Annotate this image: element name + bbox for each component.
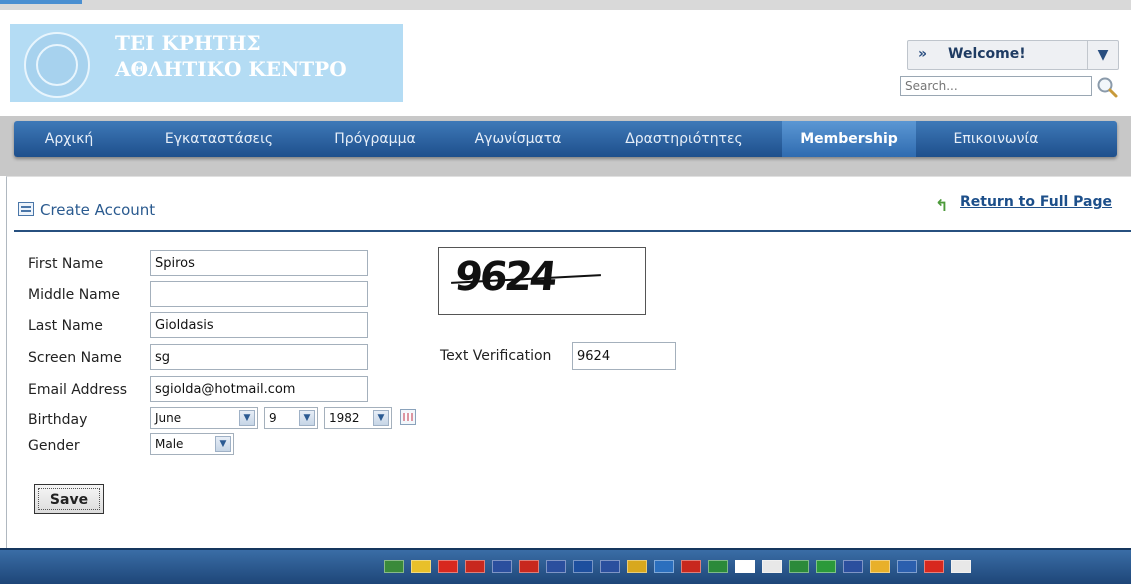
birthday-month-value: June [155, 411, 182, 425]
chinese-flag-icon[interactable] [438, 560, 458, 573]
russian-flag-icon[interactable] [843, 560, 863, 573]
logo-text: ΤΕΙ ΚΡΗΤΗΣ ΑΘΛΗΤΙΚΟ ΚΕΝΤΡΟ [115, 30, 347, 82]
screen-name-field[interactable] [150, 344, 368, 370]
university-seal-icon [24, 32, 90, 98]
vietnamese-flag-icon[interactable] [951, 560, 971, 573]
main-navigation: Αρχική Εγκαταστάσεις Πρόγραμμα Αγωνίσματ… [14, 121, 1117, 157]
double-chevron-icon: » [918, 46, 928, 62]
gender-value: Male [155, 437, 184, 451]
chevron-down-icon: ▼ [215, 436, 231, 452]
chevron-down-icon: ▼ [239, 410, 255, 426]
birthday-month-select[interactable]: June ▼ [150, 407, 258, 429]
first-name-field[interactable] [150, 250, 368, 276]
persian-flag-icon[interactable] [789, 560, 809, 573]
korean-flag-icon[interactable] [762, 560, 782, 573]
save-button[interactable]: Save [34, 484, 104, 514]
gender-select[interactable]: Male ▼ [150, 433, 234, 455]
nav-item-home[interactable]: Αρχική [14, 121, 124, 157]
french-flag-icon[interactable] [600, 560, 620, 573]
first-name-label: First Name [28, 256, 104, 272]
birthday-label: Birthday [28, 412, 88, 428]
last-name-field[interactable] [150, 312, 368, 338]
birthday-year-select[interactable]: 1982 ▼ [324, 407, 392, 429]
text-verification-label: Text Verification [440, 348, 552, 364]
section-title: Create Account [40, 201, 156, 219]
nav-item-schedule[interactable]: Πρόγραμμα [312, 121, 438, 157]
welcome-label: Welcome! [948, 46, 1026, 62]
nav-item-membership[interactable]: Membership [782, 121, 916, 157]
site-header: ΤΕΙ ΚΡΗΤΗΣ ΑΘΛΗΤΙΚΟ ΚΕΝΤΡΟ » Welcome! ▼ [0, 10, 1131, 122]
return-arrow-icon[interactable]: ↰ [935, 196, 948, 215]
middle-name-field[interactable] [150, 281, 368, 307]
text-verification-field[interactable] [572, 342, 676, 370]
chevron-down-icon: ▼ [373, 410, 389, 426]
browser-top-strip [0, 0, 1131, 10]
section-divider [14, 230, 1131, 232]
birthday-year-value: 1982 [329, 411, 360, 425]
logo-line-2: ΑΘΛΗΤΙΚΟ ΚΕΝΤΡΟ [115, 57, 347, 81]
dropdown-arrow-icon[interactable]: ▼ [1087, 41, 1118, 69]
nav-item-facilities[interactable]: Εγκαταστάσεις [144, 121, 294, 157]
hungarian-flag-icon[interactable] [681, 560, 701, 573]
language-flags [384, 560, 971, 574]
form-list-icon [18, 202, 34, 216]
gender-label: Gender [28, 438, 80, 454]
japanese-flag-icon[interactable] [735, 560, 755, 573]
birthday-day-select[interactable]: 9 ▼ [264, 407, 318, 429]
email-address-label: Email Address [28, 382, 128, 398]
middle-name-label: Middle Name [28, 287, 120, 303]
last-name-label: Last Name [28, 318, 103, 334]
czech-flag-icon[interactable] [492, 560, 512, 573]
screen-name-label: Screen Name [28, 350, 122, 366]
email-address-field[interactable] [150, 376, 368, 402]
welcome-menu[interactable]: » Welcome! ▼ [907, 40, 1119, 70]
finnish-flag-icon[interactable] [573, 560, 593, 573]
taiwanese-flag-icon[interactable] [465, 560, 485, 573]
arabic-flag-icon[interactable] [384, 560, 404, 573]
captcha-image: 9624 [438, 247, 646, 315]
greek-flag-icon[interactable] [654, 560, 674, 573]
search-icon[interactable] [1095, 75, 1119, 99]
search-input[interactable] [900, 76, 1092, 96]
italian-flag-icon[interactable] [708, 560, 728, 573]
return-to-full-page-link[interactable]: Return to Full Page [960, 194, 1112, 210]
nav-wrapper: Αρχική Εγκαταστάσεις Πρόγραμμα Αγωνίσματ… [0, 116, 1131, 176]
site-footer [0, 548, 1131, 584]
chevron-down-icon: ▼ [299, 410, 315, 426]
site-logo[interactable]: ΤΕΙ ΚΡΗΤΗΣ ΑΘΛΗΤΙΚΟ ΚΕΝΤΡΟ [10, 24, 403, 102]
turkish-flag-icon[interactable] [924, 560, 944, 573]
portuguese-flag-icon[interactable] [816, 560, 836, 573]
german-flag-icon[interactable] [627, 560, 647, 573]
nav-item-activities[interactable]: Δραστηριότητες [604, 121, 764, 157]
dutch-flag-icon[interactable] [519, 560, 539, 573]
logo-line-1: ΤΕΙ ΚΡΗΤΗΣ [115, 31, 261, 55]
nav-item-contact[interactable]: Επικοινωνία [926, 121, 1066, 157]
catalan-flag-icon[interactable] [411, 560, 431, 573]
calendar-icon[interactable] [400, 409, 416, 425]
save-button-label: Save [38, 488, 100, 510]
english-flag-icon[interactable] [546, 560, 566, 573]
nav-item-events[interactable]: Αγωνίσματα [454, 121, 582, 157]
swedish-flag-icon[interactable] [897, 560, 917, 573]
birthday-day-value: 9 [269, 411, 277, 425]
active-tab-indicator [0, 0, 82, 4]
spanish-flag-icon[interactable] [870, 560, 890, 573]
